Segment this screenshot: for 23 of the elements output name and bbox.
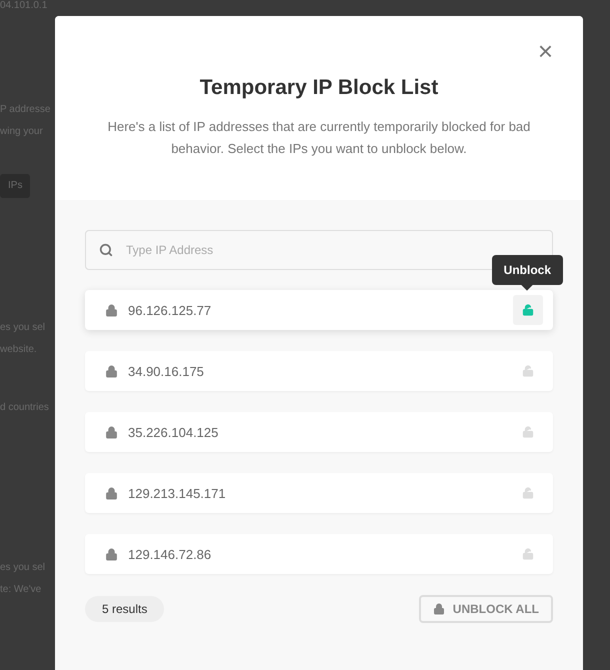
lock-icon (105, 426, 118, 438)
unblock-all-button[interactable]: UNBLOCK ALL (418, 595, 553, 623)
unlock-icon (522, 304, 534, 316)
ip-address: 129.213.145.171 (128, 486, 227, 500)
lock-icon (432, 603, 445, 615)
unblock-button[interactable] (513, 295, 543, 325)
modal-title: Temporary IP Block List (200, 76, 438, 100)
unlock-icon (522, 487, 534, 499)
lock-icon (105, 548, 118, 560)
results-count: 5 results (85, 596, 164, 622)
unlock-icon (522, 365, 534, 377)
lock-icon (105, 364, 118, 378)
ip-address: 34.90.16.175 (128, 364, 205, 378)
search-icon (99, 243, 113, 257)
lock-icon (105, 486, 118, 500)
close-button[interactable]: × (538, 40, 553, 62)
unlock-icon (522, 548, 534, 560)
modal-description: Here's a list of IP addresses that are currently temporarily blocked for bad behavior. Select the IPs you want to unblock below. (106, 118, 532, 158)
lock-icon (105, 304, 118, 316)
unlock-icon (522, 426, 534, 438)
ip-address: 35.226.104.125 (128, 424, 220, 440)
ip-address: 96.126.125.77 (128, 302, 212, 318)
ip-address: 129.146.72.86 (128, 546, 212, 562)
